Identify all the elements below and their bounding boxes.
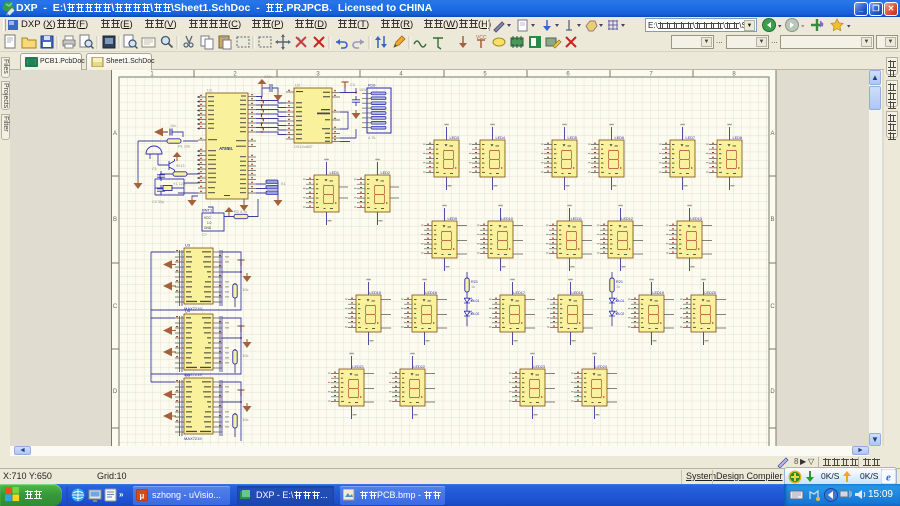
svg-text:A: A bbox=[770, 131, 774, 137]
svg-text:LED23: LED23 bbox=[533, 365, 545, 369]
svg-text:Y1 12M: Y1 12M bbox=[173, 182, 186, 186]
svg-text:LED19: LED19 bbox=[652, 291, 664, 295]
svg-text:U5: U5 bbox=[185, 373, 191, 378]
svg-text:9013: 9013 bbox=[176, 164, 184, 168]
svg-text:R1 10k: R1 10k bbox=[178, 145, 190, 149]
svg-text:K1: K1 bbox=[281, 182, 286, 186]
svg-text:1.0: 1.0 bbox=[207, 221, 212, 225]
svg-text:C?: C? bbox=[202, 233, 207, 237]
svg-text:R21: R21 bbox=[616, 280, 623, 284]
svg-text:R21: R21 bbox=[471, 280, 478, 284]
svg-text:GND: GND bbox=[204, 226, 212, 230]
svg-text:U3: U3 bbox=[185, 243, 191, 248]
svg-text:LED7: LED7 bbox=[686, 136, 696, 140]
svg-text:U4: U4 bbox=[185, 309, 191, 314]
svg-text:100n: 100n bbox=[359, 88, 367, 92]
svg-text:B: B bbox=[770, 217, 774, 223]
svg-text:C: C bbox=[770, 304, 775, 310]
svg-text:LED2: LED2 bbox=[381, 171, 391, 175]
svg-text:C2 30p: C2 30p bbox=[152, 200, 164, 204]
svg-text:LED6: LED6 bbox=[615, 136, 625, 140]
svg-text:LED20: LED20 bbox=[704, 291, 716, 295]
svg-text:U1: U1 bbox=[207, 88, 213, 93]
svg-text:LED10: LED10 bbox=[501, 217, 513, 221]
svg-text:B: B bbox=[113, 217, 117, 223]
svg-text:U2: U2 bbox=[295, 83, 301, 88]
svg-text:10n: 10n bbox=[170, 124, 176, 128]
svg-text:LED16: LED16 bbox=[425, 291, 437, 295]
svg-text:LED21: LED21 bbox=[352, 365, 364, 369]
svg-text:A: A bbox=[113, 131, 117, 137]
svg-text:100n: 100n bbox=[264, 75, 272, 79]
svg-text:DS12c887: DS12c887 bbox=[294, 144, 313, 149]
svg-text:LED22: LED22 bbox=[413, 365, 425, 369]
svg-text:C: C bbox=[113, 304, 118, 310]
svg-text:LED4: LED4 bbox=[496, 136, 506, 140]
svg-text:LED11: LED11 bbox=[571, 217, 582, 221]
svg-text:DL01: DL01 bbox=[471, 299, 479, 303]
svg-text:LED1: LED1 bbox=[330, 171, 340, 175]
svg-text:ATMEL: ATMEL bbox=[218, 146, 234, 151]
svg-text:D: D bbox=[770, 389, 775, 395]
svg-text:DL01: DL01 bbox=[616, 299, 624, 303]
svg-text:R10: R10 bbox=[368, 83, 376, 88]
svg-text:1k: 1k bbox=[616, 285, 620, 289]
svg-text:»: » bbox=[119, 490, 124, 499]
svg-text:LED5: LED5 bbox=[568, 136, 578, 140]
svg-text:DL02: DL02 bbox=[616, 312, 624, 316]
svg-text:4.7k: 4.7k bbox=[368, 135, 376, 140]
svg-text:LED13: LED13 bbox=[690, 217, 702, 221]
svg-text:VCC: VCC bbox=[476, 35, 487, 41]
svg-text:R2 4.7k: R2 4.7k bbox=[234, 210, 247, 214]
svg-text:LED3: LED3 bbox=[450, 136, 460, 140]
svg-text:μ: μ bbox=[140, 492, 145, 501]
svg-text:1k: 1k bbox=[471, 285, 475, 289]
svg-text:MAX7219: MAX7219 bbox=[184, 436, 202, 441]
svg-text:C1: C1 bbox=[152, 167, 157, 171]
svg-text:LED24: LED24 bbox=[595, 365, 607, 369]
svg-text:BNT1: BNT1 bbox=[202, 208, 213, 213]
svg-text:LED17: LED17 bbox=[513, 291, 525, 295]
svg-text:LED9: LED9 bbox=[448, 217, 458, 221]
svg-text:LED15: LED15 bbox=[369, 291, 381, 295]
svg-text:e: e bbox=[886, 472, 891, 484]
svg-text:D: D bbox=[113, 389, 118, 395]
svg-text:C3: C3 bbox=[350, 83, 355, 87]
svg-text:DL02: DL02 bbox=[471, 312, 479, 316]
svg-text:VCC: VCC bbox=[204, 216, 211, 220]
svg-text:LED12: LED12 bbox=[621, 217, 633, 221]
svg-text:LED18: LED18 bbox=[571, 291, 583, 295]
svg-text:LED8: LED8 bbox=[733, 136, 743, 140]
